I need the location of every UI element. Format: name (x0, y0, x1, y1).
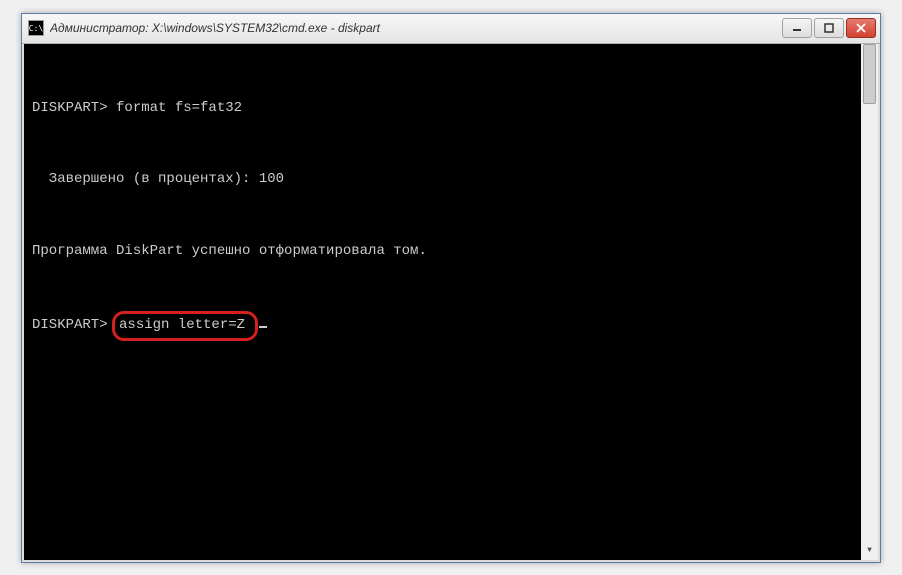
titlebar[interactable]: C:\ Администратор: X:\windows\SYSTEM32\c… (22, 14, 880, 44)
window-controls (782, 18, 876, 38)
vertical-scrollbar[interactable]: ▼ (861, 44, 878, 560)
console-line: DISKPART> format fs=fat32 (32, 97, 852, 121)
prompt: DISKPART> (32, 317, 116, 333)
console[interactable]: DISKPART> format fs=fat32 Завершено (в п… (22, 44, 880, 562)
window-title: Администратор: X:\windows\SYSTEM32\cmd.e… (50, 21, 782, 35)
command-text: format fs=fat32 (116, 100, 242, 116)
command-text: assign letter=Z (119, 317, 245, 333)
cmd-window: C:\ Администратор: X:\windows\SYSTEM32\c… (21, 13, 881, 563)
close-button[interactable] (846, 18, 876, 38)
maximize-button[interactable] (814, 18, 844, 38)
prompt: DISKPART> (32, 100, 116, 116)
highlighted-command: assign letter=Z (112, 311, 258, 341)
console-output: DISKPART> format fs=fat32 Завершено (в п… (32, 50, 852, 389)
text-cursor (259, 326, 267, 328)
console-line: DISKPART> assign letter=Z (32, 311, 852, 341)
console-line: Завершено (в процентах): 100 (32, 168, 852, 192)
app-icon: C:\ (28, 20, 44, 36)
minimize-button[interactable] (782, 18, 812, 38)
console-line: Программа DiskPart успешно отформатирова… (32, 240, 852, 264)
scrollbar-down-arrow-icon[interactable]: ▼ (861, 543, 878, 560)
scrollbar-thumb[interactable] (863, 44, 876, 104)
